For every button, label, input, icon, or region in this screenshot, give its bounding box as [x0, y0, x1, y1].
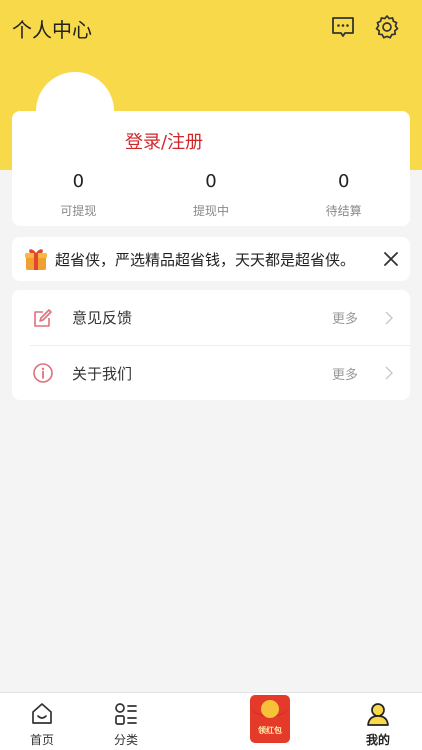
stat-pending[interactable]: 0 待结算: [277, 170, 410, 219]
stat-label: 待结算: [325, 204, 362, 218]
tab-label: 分类: [113, 733, 138, 747]
stat-label: 提现中: [193, 204, 230, 218]
info-icon: [33, 363, 53, 383]
page-title: 个人中心: [12, 18, 92, 42]
category-icon: [115, 703, 137, 725]
stat-value: 0: [337, 171, 350, 192]
close-icon[interactable]: [382, 250, 400, 268]
profile-icon: [367, 703, 389, 726]
tab-label: 我的: [365, 733, 390, 747]
message-icon: [332, 17, 354, 37]
stat-withdrawing[interactable]: 0 提现中: [145, 170, 278, 219]
red-packet-label: 领红包: [258, 726, 282, 735]
chevron-right-icon: [385, 311, 393, 324]
stat-withdrawable[interactable]: 0 可提现: [12, 170, 145, 219]
stat-value: 0: [205, 171, 217, 192]
menu-item-feedback[interactable]: 意见反馈 更多: [12, 290, 410, 345]
message-button[interactable]: [328, 12, 358, 42]
stat-value: 0: [72, 171, 85, 192]
tab-red-packet[interactable]: 领红包: [250, 695, 290, 743]
home-icon: [32, 703, 52, 724]
menu-item-about[interactable]: 关于我们 更多: [30, 345, 410, 400]
earnings-stats: 0 可提现 0 提现中 0 待结算: [12, 170, 410, 219]
notice-text: 超省侠，严选精品超省钱，天天都是超省侠。: [55, 250, 356, 269]
menu-more-label: 更多: [331, 312, 358, 327]
tab-label: 首页: [29, 733, 54, 747]
stat-label: 可提现: [60, 204, 97, 218]
settings-icon: [375, 15, 399, 39]
notice-bar: 超省侠，严选精品超省钱，天天都是超省侠。: [12, 237, 410, 281]
settings-button[interactable]: [372, 12, 402, 42]
avatar[interactable]: [36, 72, 114, 150]
menu-item-label: 关于我们: [72, 364, 133, 383]
tab-home[interactable]: 首页: [12, 693, 72, 750]
tab-category[interactable]: 分类: [96, 693, 156, 750]
gift-icon: [25, 249, 47, 270]
chevron-right-icon: [385, 366, 393, 380]
menu-more-label: 更多: [331, 367, 358, 383]
bottom-tab-bar: 首页 分类 我的: [0, 692, 422, 750]
tab-me[interactable]: 我的: [348, 693, 408, 750]
login-register-link[interactable]: 登录/注册: [125, 128, 203, 154]
coin-icon: [261, 700, 279, 718]
menu-item-label: 意见反馈: [72, 309, 133, 327]
menu-card: 意见反馈 更多 关于我们 更多: [12, 290, 410, 400]
feedback-icon: [34, 308, 52, 327]
